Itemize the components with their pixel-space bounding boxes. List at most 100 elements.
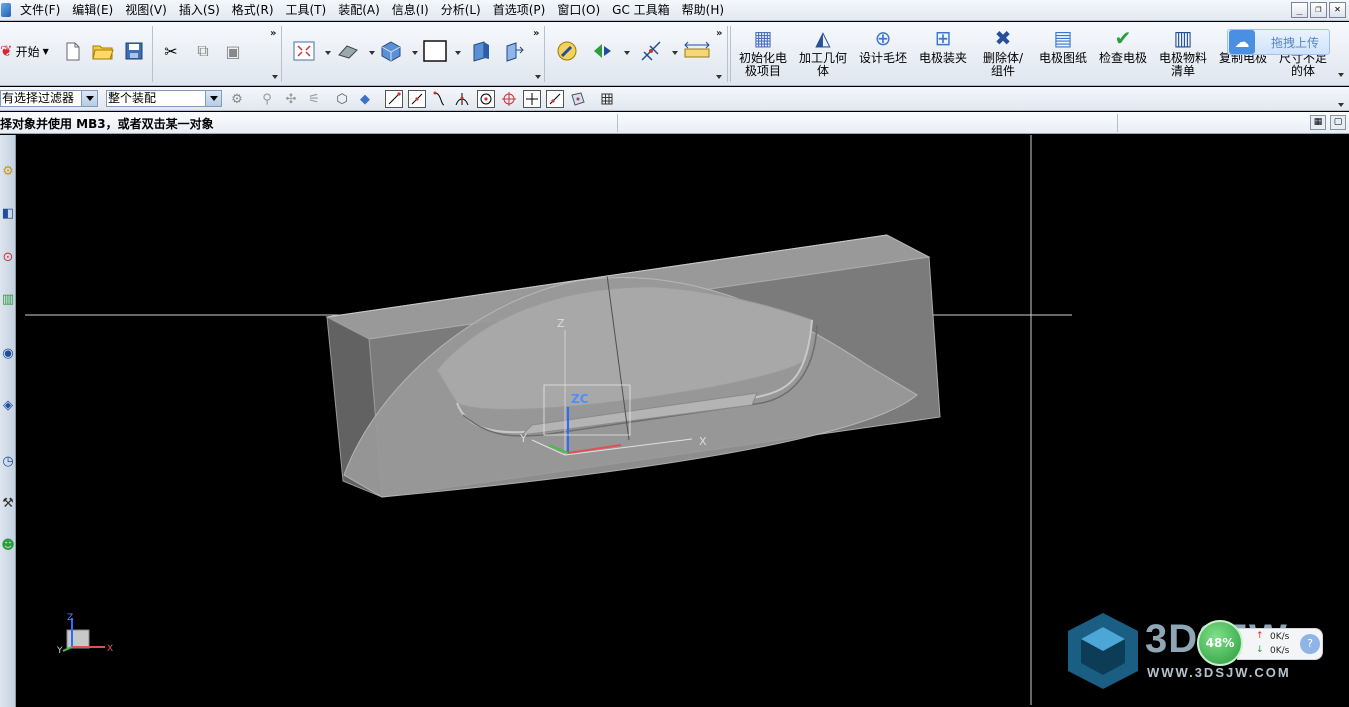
menu-item-11[interactable]: GC 工具箱 <box>606 0 676 21</box>
type-filter-select[interactable]: 有选择过滤器 <box>0 90 98 107</box>
arc-center-icon[interactable] <box>477 90 495 108</box>
point-on-curve-icon[interactable] <box>546 90 564 108</box>
triad-y-label: Y <box>56 646 63 656</box>
electrode-clamp-icon: ⊞ <box>934 26 952 50</box>
minimize-button[interactable]: _ <box>1291 2 1308 18</box>
watermark-logo-icon <box>1068 613 1138 689</box>
snap-point-icon[interactable] <box>592 40 614 62</box>
menu-item-0[interactable]: 文件(F) <box>14 0 66 21</box>
copy-icon[interactable]: ⧉ <box>192 40 214 62</box>
menu-item-12[interactable]: 帮助(H) <box>676 0 730 21</box>
new-file-icon[interactable] <box>62 40 84 62</box>
quadrant-snap-icon[interactable] <box>500 90 518 108</box>
paste-icon[interactable]: ▣ <box>222 40 244 62</box>
bom-icon: ▥ <box>1173 26 1193 50</box>
tool-button-0[interactable]: ▦ 初始化电 极项目 <box>734 26 792 82</box>
tool-label: 设计毛坯 <box>858 51 907 65</box>
constraint-navigator-icon[interactable]: ◧ <box>0 199 16 227</box>
process-studio-icon[interactable]: ⚒ <box>0 489 16 517</box>
network-speed-widget[interactable]: ↑ 0K/s ↓ 0K/s ? 48% <box>1197 620 1325 666</box>
assembly-navigator-icon[interactable]: ⚙ <box>0 157 16 185</box>
midpoint-snap-icon[interactable] <box>408 90 426 108</box>
roles-icon[interactable]: ☻ <box>0 531 16 559</box>
background-icon[interactable] <box>423 40 447 62</box>
filter-reset-icon[interactable]: ⚙ <box>228 90 246 108</box>
toolbar-options-icon[interactable] <box>272 75 278 79</box>
background-dropdown-icon[interactable] <box>455 51 461 55</box>
toolbar-more-icon[interactable]: » <box>716 28 722 39</box>
tool-button-5[interactable]: ▤ 电极图纸 <box>1034 26 1092 82</box>
point-on-face-icon[interactable] <box>569 90 587 108</box>
fit-view-icon[interactable] <box>293 40 315 62</box>
menu-item-9[interactable]: 首选项(P) <box>487 0 552 21</box>
section-view-icon[interactable] <box>470 40 492 62</box>
menu-item-1[interactable]: 编辑(E) <box>66 0 119 21</box>
clock-icon[interactable]: ◷ <box>0 447 16 475</box>
wcs-icon[interactable] <box>640 40 662 62</box>
speed-panel: ↑ 0K/s ↓ 0K/s ? <box>1237 628 1323 660</box>
grid-icon[interactable] <box>598 90 616 108</box>
curve-rule-icon[interactable]: ✣ <box>282 90 300 108</box>
scope-filter-select[interactable]: 整个装配 <box>106 90 222 107</box>
toolbar-options-icon[interactable] <box>535 75 541 79</box>
web-browser-icon[interactable]: ◉ <box>0 339 16 367</box>
upload-button[interactable]: ☁ 拖拽上传 <box>1227 29 1330 55</box>
start-button[interactable]: ❦ 开始 ▼ <box>0 40 49 62</box>
tool-button-2[interactable]: ⊕ 设计毛坯 <box>854 26 912 82</box>
toolbar-more-icon[interactable]: » <box>270 28 276 39</box>
help-icon[interactable]: ? <box>1300 634 1320 654</box>
reuse-library-icon[interactable]: ▥ <box>0 285 16 313</box>
solid-select-icon[interactable]: ◆ <box>356 90 374 108</box>
open-folder-icon[interactable] <box>92 40 114 62</box>
feature-select-icon[interactable]: ⚲ <box>258 90 276 108</box>
toolbar-more-icon[interactable]: » <box>533 28 539 39</box>
menu-item-7[interactable]: 信息(I) <box>386 0 435 21</box>
menu-bar: 文件(F) 编辑(E) 视图(V) 插入(S) 格式(R) 工具(T) 装配(A) 信息(I)… <box>0 0 1349 21</box>
chevron-down-icon <box>205 91 221 106</box>
restore-button[interactable]: ❐ <box>1310 2 1327 18</box>
menu-item-2[interactable]: 视图(V) <box>119 0 173 21</box>
menu-item-3[interactable]: 插入(S) <box>173 0 226 21</box>
wcs-x-label: X <box>699 435 707 448</box>
close-button[interactable]: ✕ <box>1329 2 1346 18</box>
measure-distance-icon[interactable] <box>684 40 710 62</box>
menu-item-5[interactable]: 工具(T) <box>280 0 333 21</box>
workpiece-block[interactable] <box>325 234 941 498</box>
fit-view-dropdown-icon[interactable] <box>325 51 331 55</box>
menu-item-8[interactable]: 分析(L) <box>435 0 487 21</box>
face-rule-icon[interactable]: ⚟ <box>305 90 323 108</box>
tool-button-6[interactable]: ✔ 检查电极 <box>1094 26 1152 82</box>
tool-button-4[interactable]: ✖ 删除体/ 组件 <box>974 26 1032 82</box>
orient-dropdown-icon[interactable] <box>412 51 418 55</box>
menu-item-10[interactable]: 窗口(O) <box>551 0 606 21</box>
render-style-icon[interactable] <box>337 40 359 62</box>
menu-item-4[interactable]: 格式(R) <box>226 0 280 21</box>
control-point-icon[interactable] <box>430 90 448 108</box>
shaded-cube-icon[interactable] <box>380 40 402 62</box>
window-controls: _ ❐ ✕ <box>1291 2 1346 18</box>
intersection-snap-icon[interactable] <box>453 90 471 108</box>
maximize-view-icon[interactable]: ▢ <box>1330 115 1346 130</box>
tool-button-1[interactable]: ◭ 加工几何 体 <box>794 26 852 82</box>
full-screen-icon[interactable]: ▦ <box>1310 115 1326 130</box>
snap-dropdown-icon[interactable] <box>624 51 630 55</box>
paint-brush-icon[interactable] <box>556 40 578 62</box>
history-icon[interactable]: ◈ <box>0 391 16 419</box>
tool-label: 检查电极 <box>1098 51 1147 65</box>
toolbar-options-icon[interactable] <box>1338 103 1344 107</box>
tool-button-7[interactable]: ▥ 电极物料 清单 <box>1154 26 1212 82</box>
render-style-dropdown-icon[interactable] <box>369 51 375 55</box>
edit-section-icon[interactable] <box>503 40 525 62</box>
toolbar-options-icon[interactable] <box>1338 73 1344 77</box>
tool-button-3[interactable]: ⊞ 电极装夹 <box>914 26 972 82</box>
part-navigator-icon[interactable]: ⊙ <box>0 243 16 271</box>
resource-bar: ⚙ ◧ ⊙ ▥ ◉ ◈ ◷ ⚒ ☻ <box>0 135 16 707</box>
existing-point-icon[interactable] <box>523 90 541 108</box>
body-select-icon[interactable]: ⬡ <box>333 90 351 108</box>
endpoint-snap-icon[interactable] <box>385 90 403 108</box>
save-icon[interactable] <box>123 40 145 62</box>
menu-item-6[interactable]: 装配(A) <box>332 0 386 21</box>
toolbar-options-icon[interactable] <box>716 75 722 79</box>
cut-icon[interactable]: ✂ <box>160 40 182 62</box>
wcs-dropdown-icon[interactable] <box>672 51 678 55</box>
